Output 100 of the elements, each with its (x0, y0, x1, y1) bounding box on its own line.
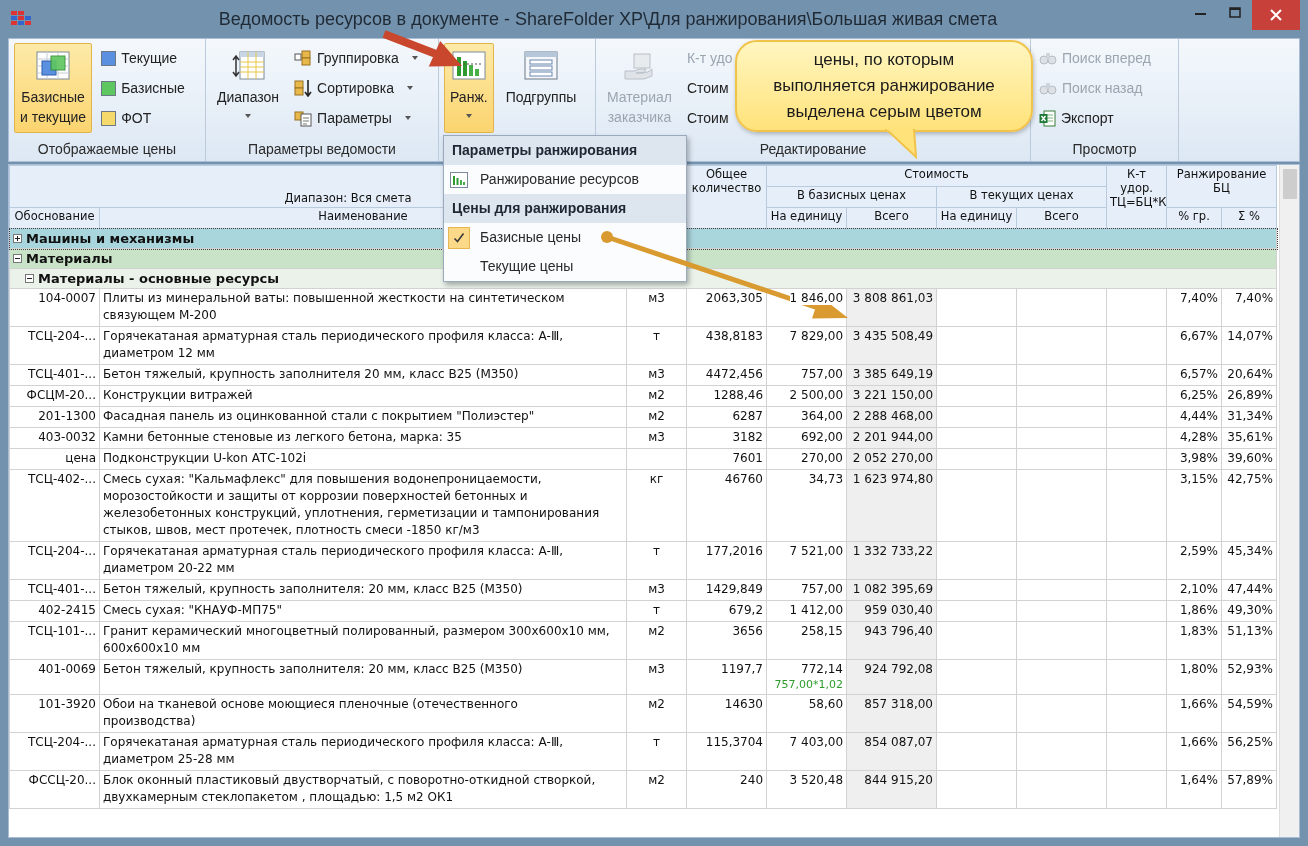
table-cell: 3 808 861,03 (846, 288, 937, 327)
ribbon-button[interactable]: ФОТ (98, 105, 188, 131)
table-cell: м2 (626, 406, 687, 428)
table-cell: м3 (626, 288, 687, 327)
table-cell: 1,66% (1166, 732, 1222, 771)
table-cell: 757,00 (801, 582, 843, 596)
table-cell: 56,25% (1221, 732, 1277, 771)
table-cell: 1,86% (1166, 600, 1222, 622)
group-label: Редактирование (759, 141, 867, 157)
table-cell: 258,15 (801, 624, 843, 638)
table-cell: 7601 (686, 448, 767, 470)
table-cell: Обои на тканевой основе моющиеся пленочные (отечественного производства) (99, 694, 627, 733)
group-label: Материалы (26, 250, 113, 267)
table-cell: 1,80% (1166, 659, 1222, 695)
table-cell: 692,00 (801, 430, 843, 444)
table-cell: 924 792,08 (846, 659, 937, 695)
spreadsheet-icon (1039, 109, 1056, 127)
table-cell: м2 (626, 385, 687, 407)
table-cell: 51,13% (1221, 621, 1277, 660)
table-cell: 3656 (686, 621, 767, 660)
ribbon-button[interactable]: Диапазон (211, 43, 286, 133)
table-cell: 46760 (686, 469, 767, 542)
table-cell: 54,59% (1221, 694, 1277, 733)
table-cell: 3 520,48 (789, 773, 843, 787)
column-header: Стоимость (766, 165, 1107, 187)
table-cell: 438,8183 (686, 326, 767, 365)
table-cell: ТСЦ-101-... (9, 621, 100, 660)
table-cell: Горячекатаная арматурная сталь периодического профиля класса: А-Ⅲ, диаметром 20-22 мм (99, 541, 627, 580)
table-cell: 6,67% (1166, 326, 1222, 365)
ribbon-button[interactable]: Подгруппы (499, 43, 583, 133)
table-cell: м3 (626, 427, 687, 449)
table-cell: 1197,7 (686, 659, 767, 695)
table-cell: кг (626, 469, 687, 542)
column-header: Общее количество (686, 165, 767, 229)
table-cell: 26,89% (1221, 385, 1277, 407)
table-cell: Фасадная панель из оцинкованной стали с покрытием "Полиэстер" (99, 406, 627, 428)
table-cell: 34,73 (808, 472, 843, 486)
table-cell: 2,59% (1166, 541, 1222, 580)
binoculars-icon (1039, 50, 1057, 66)
table-cell: Смесь сухая: "Кальмафлекс" для повышения водонепроницаемости, морозостойкости и защиты от коррозии поверхностей бетонных и железобетонных конструкций, уплотнения, герметизации и тампонирования стыков, швов, мест протечек, плотность смеси -1850 кг/м3 (99, 469, 627, 542)
collapse-icon[interactable] (13, 254, 22, 263)
sort-icon (294, 79, 313, 97)
collapse-icon[interactable] (25, 274, 34, 283)
table-cell: т (626, 600, 687, 622)
table-cell: 35,61% (1221, 427, 1277, 449)
ribbon-button[interactable]: Базисные (98, 75, 188, 101)
table-cell: 1,64% (1166, 770, 1222, 809)
table-cell: 757,00 (801, 367, 843, 381)
table-cell: 42,75% (1221, 469, 1277, 542)
ribbon-button[interactable]: Группировка (291, 45, 421, 71)
ribbon-button[interactable]: Стоим (683, 75, 736, 101)
ribbon-button[interactable]: Базисные и текущие (14, 43, 93, 133)
table-cell: 943 796,40 (846, 621, 937, 660)
table-cell: 1 623 974,80 (846, 469, 937, 542)
close-button[interactable] (1252, 0, 1300, 30)
table-cell: 1429,849 (686, 579, 767, 601)
table-icon (36, 51, 71, 81)
table-cell: 177,2016 (686, 541, 767, 580)
table-cell: м2 (626, 694, 687, 733)
table-cell: 1288,46 (686, 385, 767, 407)
table-cell: Бетон тяжелый, крупность заполнителя 20 мм, класс В25 (М350) (99, 364, 627, 386)
document-icon (294, 109, 313, 127)
table-cell: Конструкции витражей (99, 385, 627, 407)
ribbon-button[interactable]: Параметры (291, 105, 421, 131)
scrollbar-thumb[interactable] (1282, 169, 1297, 199)
scrollbar[interactable] (1279, 165, 1299, 837)
table-cell: 3,15% (1166, 469, 1222, 542)
table-cell: 101-3920 (9, 694, 100, 733)
menu-item[interactable]: Текущие цены (444, 252, 686, 281)
table-cell: 45,34% (1221, 541, 1277, 580)
window-icon (524, 51, 558, 81)
ribbon-button[interactable]: Текущие (98, 45, 188, 71)
expand-icon[interactable] (13, 234, 22, 243)
table-cell: 4,44% (1166, 406, 1222, 428)
table-cell: 57,89% (1221, 770, 1277, 809)
ribbon-button[interactable]: Ранж. (444, 43, 494, 133)
column-header: Обоснование (9, 207, 100, 229)
menu-header: Цены для ранжирования (444, 194, 686, 223)
table-cell: 7 521,00 (789, 544, 843, 558)
group-label: Просмотр (1072, 141, 1137, 157)
table-cell: 1 846,00 (789, 291, 843, 305)
table-cell: ТСЦ-204-... (9, 326, 100, 365)
table-cell: Смесь сухая: "КНАУФ-МП75" (99, 600, 627, 622)
table-cell: 403-0032 (9, 427, 100, 449)
ribbon-button[interactable]: Экспорт (1036, 105, 1154, 131)
table-cell: 2 500,00 (789, 388, 843, 402)
table-cell: м3 (626, 364, 687, 386)
price-formula: 757,00*1,02 (773, 678, 843, 692)
table-cell: 772,14 (801, 662, 843, 676)
maximize-icon (1229, 6, 1241, 18)
ribbon-button[interactable]: Стоим (683, 105, 736, 131)
table-cell: 7,40% (1221, 288, 1277, 327)
table-cell: 401-0069 (9, 659, 100, 695)
group-label: Материалы - основные ресурсы (38, 270, 279, 287)
menu-item[interactable]: Ранжирование ресурсов (444, 165, 686, 194)
table-cell: 270,00 (801, 451, 843, 465)
table-cell: т (626, 541, 687, 580)
table-icon (231, 51, 266, 81)
ribbon-button[interactable]: Сортировка (291, 75, 421, 101)
table-cell: т (626, 732, 687, 771)
